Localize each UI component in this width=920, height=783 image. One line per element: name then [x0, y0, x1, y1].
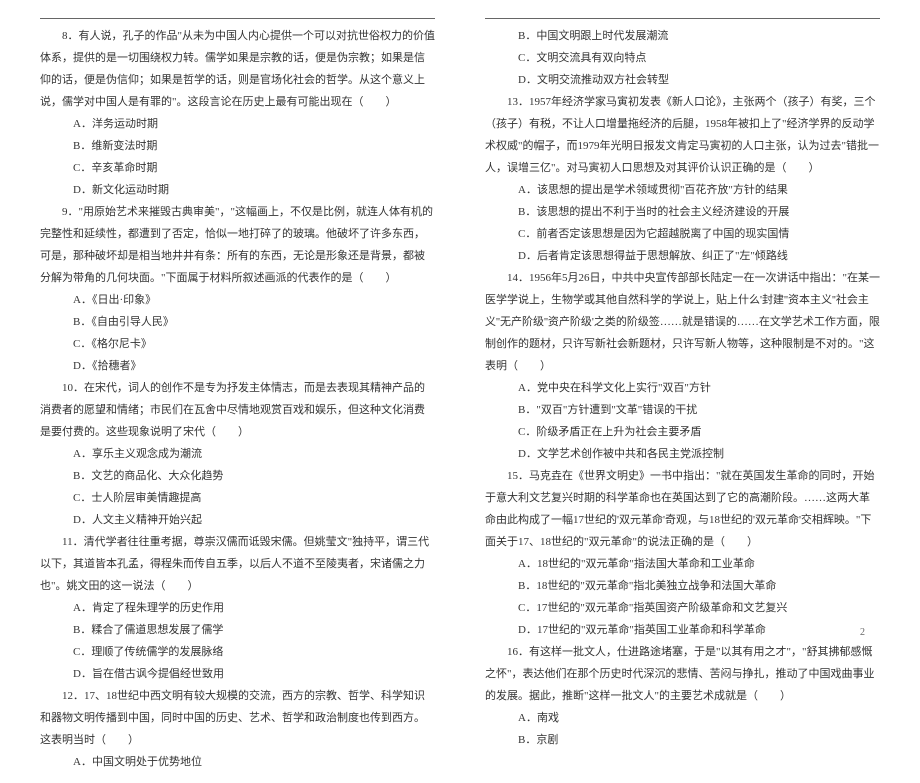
- q10-option-a: A．享乐主义观念成为潮流: [40, 443, 435, 465]
- q9-option-c: C．《格尔尼卡》: [40, 333, 435, 355]
- right-column: B．中国文明跟上时代发展潮流 C．文明交流具有双向特点 D．文明交流推动双方社会…: [485, 18, 880, 773]
- q12-option-c: C．文明交流具有双向特点: [485, 47, 880, 69]
- q12-option-a: A．中国文明处于优势地位: [40, 751, 435, 773]
- question-10-text: 10．在宋代，词人的创作不是专为抒发主体情志，而是去表现其精神产品的消费者的愿望…: [40, 377, 435, 443]
- q8-option-d: D．新文化运动时期: [40, 179, 435, 201]
- q9-option-a: A．《日出·印象》: [40, 289, 435, 311]
- question-14-text: 14．1956年5月26日，中共中央宣传部部长陆定一在一次讲话中指出："在某一医…: [485, 267, 880, 377]
- q13-option-b: B．该思想的提出不利于当时的社会主义经济建设的开展: [485, 201, 880, 223]
- q14-option-a: A．党中央在科学文化上实行"双百"方针: [485, 377, 880, 399]
- q15-option-b: B．18世纪的"双元革命"指北美独立战争和法国大革命: [485, 575, 880, 597]
- question-13-text: 13．1957年经济学家马寅初发表《新人口论》，主张两个（孩子）有奖，三个（孩子…: [485, 91, 880, 179]
- question-8-text: 8．有人说，孔子的作品"从未为中国人内心提供一个可以对抗世俗权力的价值体系，提供…: [40, 25, 435, 113]
- question-15-text: 15．马克垚在《世界文明史》一书中指出："就在英国发生革命的同时，开始于意大利文…: [485, 465, 880, 553]
- q12-option-b: B．中国文明跟上时代发展潮流: [485, 25, 880, 47]
- q14-option-c: C．阶级矛盾正在上升为社会主要矛盾: [485, 421, 880, 443]
- q13-option-d: D．后者肯定该思想得益于思想解放、纠正了"左"倾路线: [485, 245, 880, 267]
- page-number: 2: [860, 623, 865, 643]
- q11-option-c: C．理顺了传统儒学的发展脉络: [40, 641, 435, 663]
- q11-option-b: B．糅合了儒道思想发展了儒学: [40, 619, 435, 641]
- q16-option-a: A．南戏: [485, 707, 880, 729]
- q11-option-a: A．肯定了程朱理学的历史作用: [40, 597, 435, 619]
- q14-option-d: D．文学艺术创作被中共和各民主党派控制: [485, 443, 880, 465]
- q12-option-d: D．文明交流推动双方社会转型: [485, 69, 880, 91]
- q10-option-d: D．人文主义精神开始兴起: [40, 509, 435, 531]
- q8-option-b: B．维新变法时期: [40, 135, 435, 157]
- q9-option-d: D．《拾穗者》: [40, 355, 435, 377]
- left-column: 8．有人说，孔子的作品"从未为中国人内心提供一个可以对抗世俗权力的价值体系，提供…: [40, 18, 435, 773]
- q10-option-c: C．士人阶层审美情趣提高: [40, 487, 435, 509]
- q13-option-c: C．前者否定该思想是因为它超越脱离了中国的现实国情: [485, 223, 880, 245]
- question-9-text: 9．"用原始艺术来摧毁古典审美"，"这幅画上，不仅是比例，就连人体有机的完整性和…: [40, 201, 435, 289]
- q15-option-c: C．17世纪的"双元革命"指英国资产阶级革命和文艺复兴: [485, 597, 880, 619]
- q13-option-a: A．该思想的提出是学术领域贯彻"百花齐放"方针的结果: [485, 179, 880, 201]
- q11-option-d: D．旨在借古讽今提倡经世致用: [40, 663, 435, 685]
- q9-option-b: B．《自由引导人民》: [40, 311, 435, 333]
- q15-option-a: A．18世纪的"双元革命"指法国大革命和工业革命: [485, 553, 880, 575]
- question-11-text: 11．清代学者往往重考据，尊崇汉儒而诋毁宋儒。但姚莹文"独持平，谓三代以下，其道…: [40, 531, 435, 597]
- q14-option-b: B．"双百"方针遭到"文革"错误的干扰: [485, 399, 880, 421]
- q10-option-b: B．文艺的商品化、大众化趋势: [40, 465, 435, 487]
- q15-option-d: D．17世纪的"双元革命"指英国工业革命和科学革命: [485, 619, 880, 641]
- question-12-text: 12．17、18世纪中西文明有较大规模的交流，西方的宗教、哲学、科学知识和器物文…: [40, 685, 435, 751]
- q8-option-c: C．辛亥革命时期: [40, 157, 435, 179]
- q8-option-a: A．洋务运动时期: [40, 113, 435, 135]
- q16-option-b: B．京剧: [485, 729, 880, 751]
